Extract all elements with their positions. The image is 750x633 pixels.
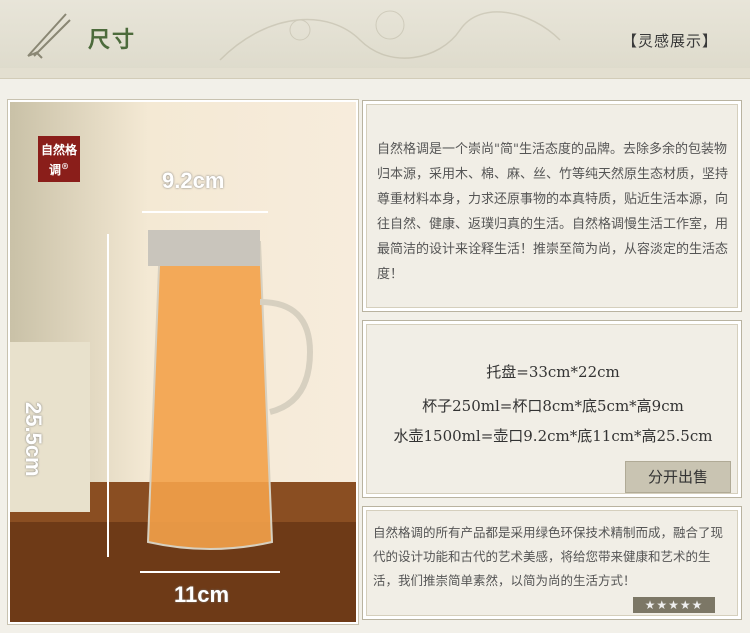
intro-text: 自然格调是一个崇尚"简"生活态度的品牌。去除多余的包装物归本源，采用木、棉、麻、… <box>377 142 729 282</box>
ornament-swirl <box>219 10 561 61</box>
about-text: 自然格调的所有产品都是采用绿色环保技术精制而成，融合了现代的设计功能和古代的艺术… <box>373 525 724 588</box>
intro-panel: 自然格调是一个崇尚"简"生活态度的品牌。去除多余的包装物归本源，采用木、棉、麻、… <box>362 100 742 312</box>
spec-cup: 杯子250ml=杯口8cm*底5cm*高9cm <box>422 397 684 415</box>
header-divider <box>0 68 750 79</box>
rating-stars: ★★★★★ <box>633 597 715 613</box>
spec-pot: 水壶1500ml=壶口9.2cm*底11cm*高25.5cm <box>393 427 713 445</box>
spec-panel: 托盘=33cm*22cm 杯子250ml=杯口8cm*底5cm*高9cm 水壶1… <box>362 320 742 498</box>
sell-separately-button[interactable]: 分开出售 <box>625 461 731 493</box>
brand-logo: 自然格调® <box>38 136 80 182</box>
pen-nib-icon <box>27 13 71 59</box>
header-banner: 尺寸 【灵感展示】 <box>0 0 750 72</box>
dimension-height: 25.5cm <box>21 402 46 477</box>
dimension-top-width: 9.2cm <box>162 168 225 193</box>
section-title: 尺寸 <box>88 27 137 53</box>
product-photo: 自然格调® 9.2cm 25.5cm 11cm <box>8 100 358 624</box>
dimension-bottom-width: 11cm <box>174 582 230 607</box>
spec-tray: 托盘=33cm*22cm <box>486 363 620 381</box>
about-panel: 自然格调的所有产品都是采用绿色环保技术精制而成，融合了现代的设计功能和古代的艺术… <box>362 506 742 620</box>
inspiration-link[interactable]: 【灵感展示】 <box>622 30 718 51</box>
